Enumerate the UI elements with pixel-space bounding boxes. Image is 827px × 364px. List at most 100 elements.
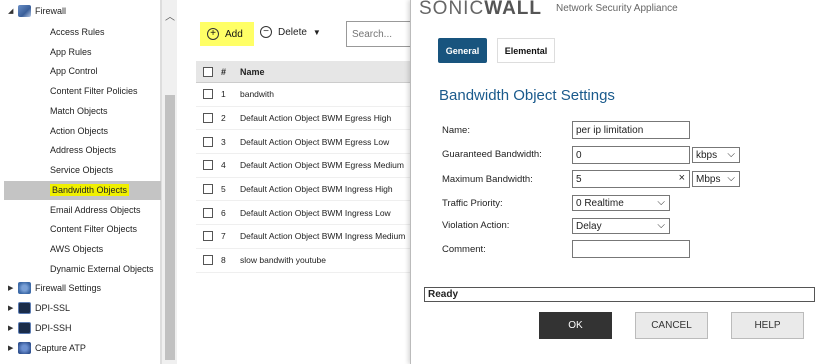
table-row[interactable]: 1 bandwith bbox=[196, 83, 412, 107]
row-name: Default Action Object BWM Ingress Low bbox=[240, 207, 391, 218]
violation-action-select[interactable]: Delay ⌵ bbox=[572, 218, 670, 234]
row-number: 6 bbox=[221, 207, 226, 218]
violation-action-value: Delay bbox=[576, 220, 602, 232]
sidebar-item-label: DPI-SSL bbox=[35, 303, 71, 313]
sidebar-nav: ◢ Firewall Access Rules App Rules App Co… bbox=[0, 0, 161, 364]
sidebar-item-address-objects[interactable]: Address Objects bbox=[50, 142, 116, 158]
comment-input[interactable] bbox=[572, 240, 690, 258]
sidebar-item-app-rules[interactable]: App Rules bbox=[50, 44, 92, 60]
select-all-checkbox[interactable] bbox=[203, 66, 213, 77]
row-name: slow bandwith youtube bbox=[240, 255, 327, 266]
sidebar-item-label: Match Objects bbox=[50, 106, 108, 116]
dialog-heading: Bandwidth Object Settings bbox=[439, 87, 615, 104]
logo-text-bold: WALL bbox=[484, 0, 543, 19]
row-checkbox[interactable] bbox=[203, 184, 213, 195]
sonicwall-logo: SONICWALL bbox=[419, 0, 542, 20]
sidebar-item-dynamic-external-objects[interactable]: Dynamic External Objects bbox=[50, 261, 154, 277]
row-number: 2 bbox=[221, 113, 226, 124]
sidebar-scrollbar[interactable]: ︿ bbox=[161, 0, 177, 364]
tab-elemental[interactable]: Elemental bbox=[497, 38, 555, 63]
help-button[interactable]: HELP bbox=[731, 312, 804, 339]
cancel-button[interactable]: CANCEL bbox=[635, 312, 708, 339]
sidebar-item-content-filter-policies[interactable]: Content Filter Policies bbox=[50, 83, 138, 99]
traffic-priority-select[interactable]: 0 Realtime ⌵ bbox=[572, 195, 670, 211]
maximum-bandwidth-input[interactable]: 5 × bbox=[572, 170, 690, 188]
sidebar-item-label: Capture ATP bbox=[35, 343, 86, 353]
sidebar-item-label: Address Objects bbox=[50, 145, 117, 155]
row-name: Default Action Object BWM Ingress Medium bbox=[240, 231, 406, 242]
column-header-name[interactable]: Name bbox=[240, 67, 412, 77]
comment-label: Comment: bbox=[442, 244, 486, 255]
table-row[interactable]: 7 Default Action Object BWM Ingress Mediu… bbox=[196, 225, 412, 249]
logo-text-light: SONIC bbox=[419, 0, 485, 19]
sidebar-item-capture-atp[interactable]: ▶ Capture ATP bbox=[8, 340, 86, 356]
row-number: 4 bbox=[221, 160, 226, 171]
add-button[interactable]: + Add bbox=[200, 22, 254, 46]
terminal-icon bbox=[18, 302, 31, 314]
guaranteed-bandwidth-label: Guaranteed Bandwidth: bbox=[442, 149, 542, 160]
table-row[interactable]: 4 Default Action Object BWM Egress Medium bbox=[196, 154, 412, 178]
row-number: 3 bbox=[221, 136, 226, 147]
clear-input-icon[interactable]: × bbox=[679, 172, 685, 184]
product-tagline: Network Security Appliance bbox=[556, 3, 678, 14]
minus-icon: − bbox=[260, 26, 272, 38]
add-button-label: Add bbox=[225, 28, 243, 40]
sidebar-item-label: App Control bbox=[50, 66, 98, 76]
collapsed-arrow-icon[interactable]: ▶ bbox=[8, 344, 16, 352]
sidebar-item-access-rules[interactable]: Access Rules bbox=[50, 24, 105, 40]
sidebar-item-aws-objects[interactable]: AWS Objects bbox=[50, 241, 103, 257]
row-name: Default Action Object BWM Ingress High bbox=[240, 184, 393, 195]
sidebar-item-label: Firewall Settings bbox=[35, 283, 102, 293]
delete-button[interactable]: − Delete ▼ bbox=[260, 26, 321, 38]
sidebar-item-content-filter-objects[interactable]: Content Filter Objects bbox=[50, 221, 137, 237]
collapsed-arrow-icon[interactable]: ▶ bbox=[8, 324, 16, 332]
sidebar-item-label: Bandwidth Objects bbox=[50, 184, 130, 196]
name-input[interactable]: per ip limitation bbox=[572, 121, 690, 139]
table-header: # Name bbox=[196, 61, 412, 83]
scrollbar-thumb[interactable] bbox=[165, 95, 175, 360]
row-name: bandwith bbox=[240, 89, 275, 100]
caret-down-icon: ▼ bbox=[312, 27, 321, 37]
sidebar-item-firewall-settings[interactable]: ▶ Firewall Settings bbox=[8, 280, 101, 296]
row-checkbox[interactable] bbox=[203, 255, 213, 266]
traffic-priority-value: 0 Realtime bbox=[576, 197, 624, 209]
chevron-down-icon: ⌵ bbox=[727, 149, 735, 160]
row-checkbox[interactable] bbox=[203, 136, 213, 147]
sidebar-item-label: Email Address Objects bbox=[50, 205, 141, 215]
row-checkbox[interactable] bbox=[203, 231, 213, 242]
terminal-icon bbox=[18, 322, 31, 334]
guaranteed-unit-select[interactable]: kbps ⌵ bbox=[692, 147, 740, 163]
expanded-arrow-icon[interactable]: ◢ bbox=[8, 7, 16, 15]
table-row[interactable]: 5 Default Action Object BWM Ingress High bbox=[196, 178, 412, 202]
sidebar-item-bandwidth-objects[interactable]: Bandwidth Objects bbox=[50, 182, 130, 198]
sidebar-item-dpi-ssl[interactable]: ▶ DPI-SSL bbox=[8, 300, 70, 316]
sidebar-item-app-control[interactable]: App Control bbox=[50, 63, 98, 79]
sidebar-item-service-objects[interactable]: Service Objects bbox=[50, 162, 113, 178]
sidebar-item-label: App Rules bbox=[50, 47, 92, 57]
row-number: 1 bbox=[221, 89, 226, 100]
ok-button[interactable]: OK bbox=[539, 312, 612, 339]
table-row[interactable]: 3 Default Action Object BWM Egress Low bbox=[196, 130, 412, 155]
sidebar-item-dpi-ssh[interactable]: ▶ DPI-SSH bbox=[8, 320, 72, 336]
tab-general[interactable]: General bbox=[438, 38, 487, 63]
column-header-number[interactable]: # bbox=[213, 67, 240, 77]
guaranteed-bandwidth-input[interactable]: 0 bbox=[572, 146, 690, 164]
row-checkbox[interactable] bbox=[203, 113, 213, 124]
search-input[interactable] bbox=[346, 21, 416, 47]
row-checkbox[interactable] bbox=[203, 160, 213, 171]
sidebar-item-action-objects[interactable]: Action Objects bbox=[50, 123, 108, 139]
table-row[interactable]: 2 Default Action Object BWM Egress High bbox=[196, 107, 412, 131]
row-checkbox[interactable] bbox=[203, 207, 213, 218]
row-number: 8 bbox=[221, 255, 226, 266]
table-row[interactable]: 6 Default Action Object BWM Ingress Low bbox=[196, 201, 412, 226]
scroll-up-icon[interactable]: ︿ bbox=[165, 8, 175, 23]
maximum-unit-select[interactable]: Mbps ⌵ bbox=[692, 171, 740, 187]
delete-button-label: Delete bbox=[278, 26, 307, 38]
collapsed-arrow-icon[interactable]: ▶ bbox=[8, 284, 16, 292]
sidebar-item-email-address-objects[interactable]: Email Address Objects bbox=[50, 202, 141, 218]
sidebar-item-match-objects[interactable]: Match Objects bbox=[50, 103, 108, 119]
collapsed-arrow-icon[interactable]: ▶ bbox=[8, 304, 16, 312]
row-checkbox[interactable] bbox=[203, 89, 213, 100]
table-row[interactable]: 8 slow bandwith youtube bbox=[196, 249, 412, 273]
sidebar-item-firewall[interactable]: ◢ Firewall bbox=[8, 3, 66, 19]
